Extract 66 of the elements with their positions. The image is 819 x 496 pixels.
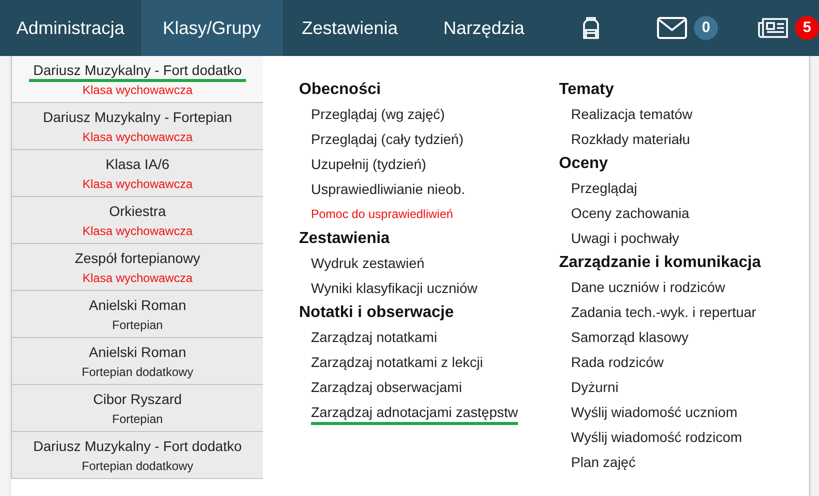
group-subtitle: Fortepian dodatkowy: [82, 458, 194, 474]
menu-link[interactable]: Usprawiedliwianie nieob.: [311, 177, 466, 202]
group-list-item[interactable]: Dariusz Muzykalny - Fort dodatko Fortepian dodatkowy: [11, 432, 263, 479]
menu-link[interactable]: Zarządzaj notatkami: [311, 325, 438, 350]
section-heading: Tematy: [559, 80, 615, 100]
nav-tab[interactable]: Klasy/Grupy: [140, 0, 283, 56]
group-subtitle: Fortepian: [112, 317, 163, 333]
group-subtitle: Klasa wychowawcza: [82, 270, 193, 286]
menu-link[interactable]: Rozkłady materiału: [571, 127, 690, 152]
group-subtitle: Klasa wychowawcza: [82, 223, 193, 239]
group-subtitle: Fortepian dodatkowy: [82, 364, 194, 380]
menu-link[interactable]: Oceny zachowania: [571, 201, 690, 226]
menu-link[interactable]: Samorząd klasowy: [571, 325, 688, 350]
menu-link[interactable]: Wyniki klasyfikacji uczniów: [311, 276, 478, 301]
group-subtitle: Klasa wychowawcza: [82, 129, 193, 145]
menu-link[interactable]: Zadania tech.-wyk. i repertuar: [571, 300, 756, 325]
group-name: Cibor Ryszard: [93, 390, 182, 409]
menu-link[interactable]: Wydruk zestawień: [311, 251, 424, 276]
group-name: Dariusz Muzykalny - Fort dodatko: [29, 61, 246, 82]
group-name: Dariusz Muzykalny - Fortepian: [42, 108, 232, 127]
newspaper-icon[interactable]: [758, 17, 788, 39]
backpack-icon[interactable]: [581, 16, 602, 40]
menu-link[interactable]: Uzupełnij (tydzień): [311, 152, 426, 177]
mail-icon[interactable]: [657, 17, 688, 39]
section-heading: Notatki i obserwacje: [299, 303, 455, 323]
menu-link[interactable]: Plan zajęć: [571, 450, 636, 475]
section-heading: Oceny: [559, 154, 609, 174]
group-name: Zespół fortepianowy: [74, 249, 200, 268]
group-subtitle: Klasa wychowawcza: [82, 176, 193, 192]
group-list-item[interactable]: Klasa IA/6 Klasa wychowawcza: [11, 150, 263, 197]
menu-link[interactable]: Wyślij wiadomość uczniom: [571, 400, 738, 425]
group-list-item[interactable]: Cibor Ryszard Fortepian: [11, 385, 263, 432]
menu-link[interactable]: Uwagi i pochwały: [571, 226, 680, 251]
section-heading: Zestawienia: [299, 229, 391, 249]
menu-link[interactable]: Wyślij wiadomość rodzicom: [571, 425, 742, 450]
menu-link[interactable]: Pomoc do usprawiedliwień: [311, 202, 454, 227]
count-badge: 5: [795, 16, 819, 40]
section-heading: Zarządzanie i komunikacja: [559, 253, 762, 273]
menu-link[interactable]: Dyżurni: [571, 375, 618, 400]
menu-link[interactable]: Przeglądaj (cały tydzień): [311, 127, 464, 152]
group-name: Anielski Roman: [88, 343, 186, 362]
menu-link[interactable]: Realizacja tematów: [571, 102, 692, 127]
group-list-item[interactable]: Dariusz Muzykalny - Fort dodatko Klasa wychowawcza: [11, 56, 263, 103]
group-name: Dariusz Muzykalny - Fort dodatko: [33, 437, 242, 456]
nav-tab[interactable]: Zestawienia: [282, 0, 417, 56]
nav-tab[interactable]: Narzędzia: [416, 0, 552, 56]
group-list-item[interactable]: Zespół fortepianowy Klasa wychowawcza: [11, 244, 263, 291]
menu-link[interactable]: Zarządzaj obserwacjami: [311, 375, 462, 400]
nav-tab[interactable]: Administracja: [0, 0, 141, 56]
group-name: Klasa IA/6: [106, 155, 170, 174]
menu-link[interactable]: Zarządzaj notatkami z lekcji: [311, 350, 483, 375]
section-heading: Obecności: [299, 80, 382, 100]
group-name: Orkiestra: [109, 202, 166, 221]
group-list-item[interactable]: Orkiestra Klasa wychowawcza: [11, 197, 263, 244]
menu-link[interactable]: Dane uczniów i rodziców: [571, 275, 726, 300]
group-subtitle: Klasa wychowawcza: [82, 82, 193, 98]
menu-link[interactable]: Przeglądaj (wg zajęć): [311, 102, 445, 127]
group-subtitle: Fortepian: [112, 411, 163, 427]
count-badge: 0: [694, 16, 718, 40]
group-name: Anielski Roman: [88, 296, 186, 315]
group-list-item[interactable]: Anielski Roman Fortepian: [11, 291, 263, 338]
group-list-item[interactable]: Anielski Roman Fortepian dodatkowy: [11, 338, 263, 385]
menu-link[interactable]: Rada rodziców: [571, 350, 664, 375]
menu-link[interactable]: Zarządzaj adnotacjami zastępstw: [311, 400, 518, 425]
menu-link[interactable]: Przeglądaj: [571, 176, 638, 201]
group-list-item[interactable]: Dariusz Muzykalny - Fortepian Klasa wychowawcza: [11, 103, 263, 150]
